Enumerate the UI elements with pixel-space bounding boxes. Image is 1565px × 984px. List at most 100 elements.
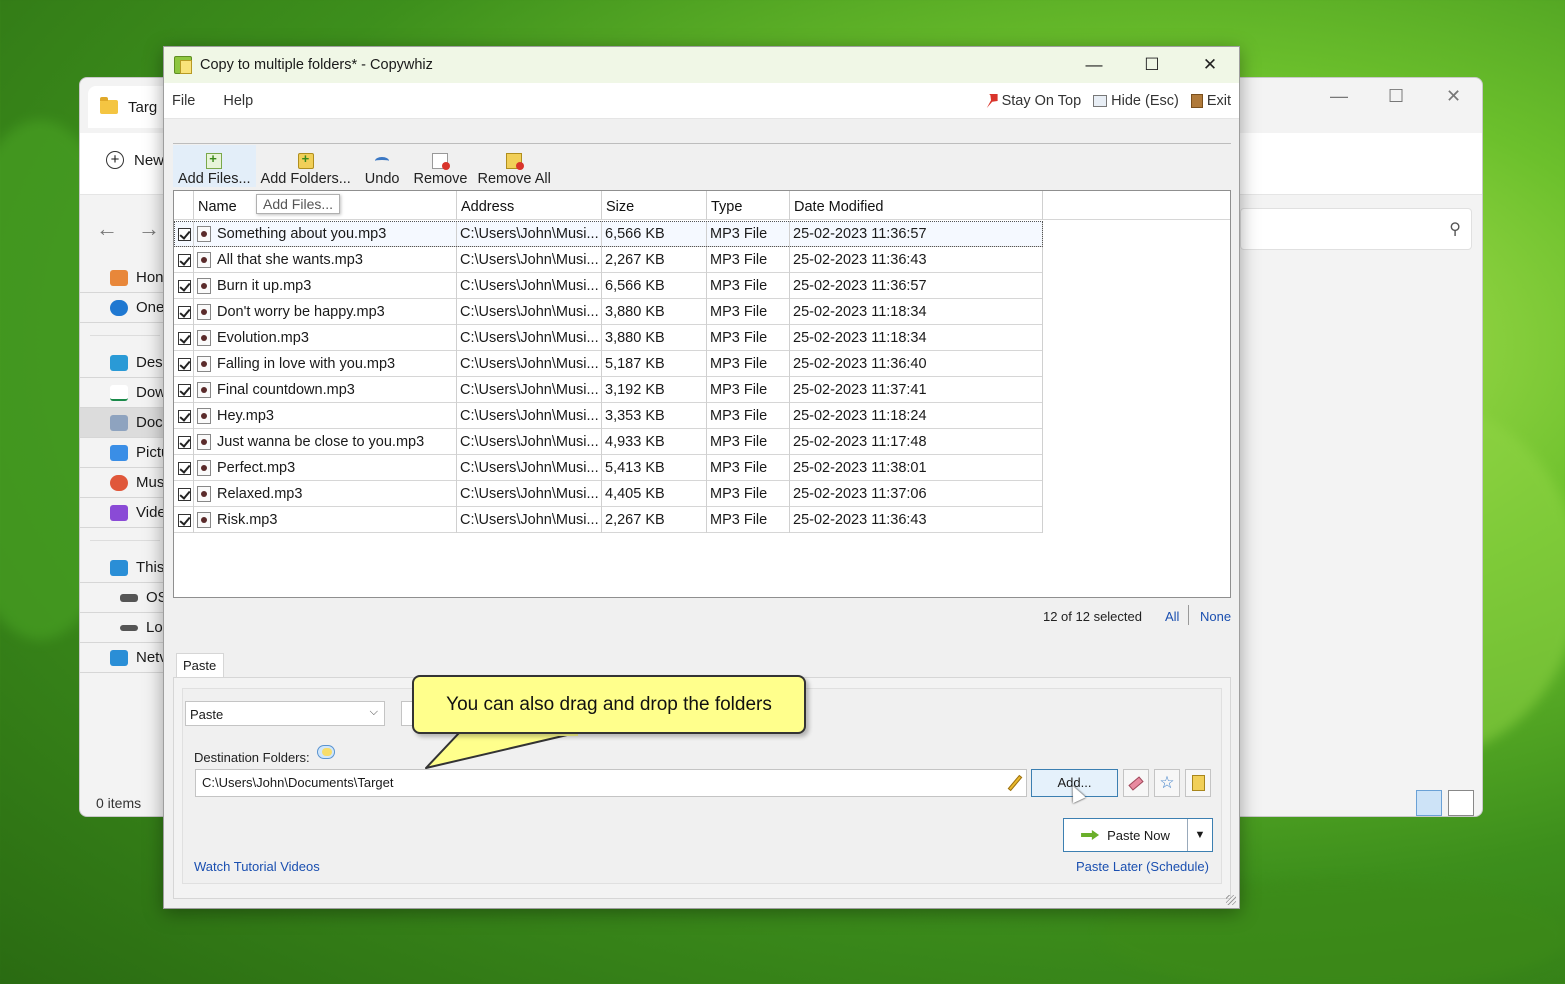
checkbox-checked-icon[interactable] xyxy=(178,435,191,449)
checkbox-checked-icon[interactable] xyxy=(178,487,191,501)
checkbox-checked-icon[interactable] xyxy=(178,513,191,527)
row-checkbox-cell[interactable] xyxy=(174,325,194,351)
table-row[interactable]: Burn it up.mp3 C:\Users\John\Musi... 6,566… xyxy=(174,273,1043,299)
browse-folder-button[interactable] xyxy=(1185,769,1211,797)
row-checkbox-cell[interactable] xyxy=(174,507,194,533)
checkbox-checked-icon[interactable] xyxy=(178,409,191,423)
paste-now-button[interactable]: Paste Now ▼ xyxy=(1063,818,1213,852)
exit-button[interactable]: Exit xyxy=(1190,93,1231,109)
row-checkbox-cell[interactable] xyxy=(174,247,194,273)
menu-help[interactable]: Help xyxy=(209,93,267,109)
table-row[interactable]: Relaxed.mp3 C:\Users\John\Musi... 4,405 KB… xyxy=(174,481,1043,507)
paste-mode-select[interactable]: Paste ⌵ xyxy=(185,701,385,726)
column-address[interactable]: Address xyxy=(457,191,602,220)
checkbox-checked-icon[interactable] xyxy=(178,253,191,267)
watch-tutorial-link[interactable]: Watch Tutorial Videos xyxy=(194,859,320,874)
sidebar-item-network[interactable]: Netv xyxy=(80,643,170,673)
add-folders-button[interactable]: Add Folders... xyxy=(256,145,356,187)
table-row[interactable]: Don't worry be happy.mp3 C:\Users\John\Mu… xyxy=(174,299,1043,325)
paste-now-dropdown[interactable]: ▼ xyxy=(1188,829,1212,841)
close-icon[interactable]: ✕ xyxy=(1446,86,1461,107)
row-checkbox-cell[interactable] xyxy=(174,403,194,429)
checkbox-checked-icon[interactable] xyxy=(178,383,191,397)
stay-on-top-button[interactable]: Stay On Top xyxy=(986,93,1081,109)
minimize-icon[interactable]: — xyxy=(1330,86,1348,107)
paste-later-link[interactable]: Paste Later (Schedule) xyxy=(1076,859,1209,874)
sidebar-item-downloads[interactable]: Dow xyxy=(80,378,170,408)
column-date-modified[interactable]: Date Modified xyxy=(790,191,1043,220)
details-view-icon[interactable] xyxy=(1416,790,1442,816)
chat-bubble-icon[interactable] xyxy=(317,745,335,759)
table-row[interactable]: All that she wants.mp3 C:\Users\John\Musi… xyxy=(174,247,1043,273)
table-row[interactable]: Something about you.mp3 C:\Users\John\Mus… xyxy=(174,221,1043,247)
hide-button[interactable]: Hide (Esc) xyxy=(1093,93,1179,109)
explorer-status: 0 items xyxy=(96,795,142,811)
resize-grip-icon[interactable] xyxy=(1226,895,1236,905)
destination-folders-input[interactable]: C:\Users\John\Documents\Target xyxy=(195,769,1027,797)
checkbox-checked-icon[interactable] xyxy=(178,279,191,293)
table-row[interactable]: Hey.mp3 C:\Users\John\Musi... 3,353 KB MP3 … xyxy=(174,403,1043,429)
menu-file[interactable]: File xyxy=(164,93,209,109)
row-checkbox-cell[interactable] xyxy=(174,429,194,455)
paste-now-main[interactable]: Paste Now xyxy=(1064,819,1188,851)
edit-pencil-button[interactable] xyxy=(1005,771,1025,795)
remove-button[interactable]: Remove xyxy=(408,145,472,187)
select-none-link[interactable]: None xyxy=(1200,609,1231,624)
remove-all-icon xyxy=(506,153,525,170)
favorites-button[interactable]: ☆ xyxy=(1154,769,1180,797)
column-size[interactable]: Size xyxy=(602,191,707,220)
row-checkbox-cell[interactable] xyxy=(174,273,194,299)
sidebar-item-videos[interactable]: Vide xyxy=(80,498,170,528)
row-address-cell: C:\Users\John\Musi... xyxy=(457,481,602,507)
add-files-button[interactable]: Add Files... xyxy=(173,145,256,187)
table-row[interactable]: Evolution.mp3 C:\Users\John\Musi... 3,880 … xyxy=(174,325,1043,351)
sidebar-item-pictures[interactable]: Pictu xyxy=(80,438,170,468)
row-checkbox-cell[interactable] xyxy=(174,455,194,481)
undo-button[interactable]: Undo xyxy=(356,145,409,187)
sidebar-item-documents[interactable]: Doc xyxy=(80,408,170,438)
sidebar-item-music[interactable]: Mus xyxy=(80,468,170,498)
maximize-button[interactable]: ☐ xyxy=(1123,47,1181,83)
maximize-icon[interactable]: ☐ xyxy=(1388,86,1404,107)
remove-all-button[interactable]: Remove All xyxy=(472,145,555,187)
row-checkbox-cell[interactable] xyxy=(174,481,194,507)
back-arrow-icon[interactable]: ← xyxy=(96,216,118,242)
sidebar-item-onedrive[interactable]: One xyxy=(80,293,170,323)
forward-arrow-icon[interactable]: → xyxy=(138,216,160,242)
checkbox-checked-icon[interactable] xyxy=(178,227,191,241)
select-all-link[interactable]: All xyxy=(1165,609,1179,624)
table-row[interactable]: Risk.mp3 C:\Users\John\Musi... 2,267 KB MP3… xyxy=(174,507,1043,533)
row-checkbox-cell[interactable] xyxy=(174,299,194,325)
tab-paste[interactable]: Paste xyxy=(176,653,224,678)
explorer-search-box[interactable]: ⚲ xyxy=(1240,208,1472,250)
new-button[interactable]: + New xyxy=(106,151,164,169)
checkbox-checked-icon[interactable] xyxy=(178,357,191,371)
table-row[interactable]: Just wanna be close to you.mp3 C:\Users\J… xyxy=(174,429,1043,455)
sidebar-label: Lo xyxy=(146,619,163,636)
tooltip: Add Files... xyxy=(256,194,341,214)
close-button[interactable]: ✕ xyxy=(1181,47,1239,83)
sidebar-item-local-drive[interactable]: Lo xyxy=(80,613,170,643)
clear-destinations-button[interactable] xyxy=(1123,769,1149,797)
table-row[interactable]: Falling in love with you.mp3 C:\Users\Joh… xyxy=(174,351,1043,377)
row-checkbox-cell[interactable] xyxy=(174,351,194,377)
table-row[interactable]: Final countdown.mp3 C:\Users\John\Musi...… xyxy=(174,377,1043,403)
checkbox-checked-icon[interactable] xyxy=(178,461,191,475)
sidebar-item-os-drive[interactable]: OS xyxy=(80,583,170,613)
column-type[interactable]: Type xyxy=(707,191,790,220)
audio-file-icon xyxy=(197,382,211,398)
checkbox-checked-icon[interactable] xyxy=(178,331,191,345)
sidebar-label: Doc xyxy=(136,414,163,431)
minimize-button[interactable]: — xyxy=(1065,47,1123,83)
sidebar-item-this-pc[interactable]: This xyxy=(80,553,170,583)
file-list[interactable]: Name Address Size Type Date Modified Add… xyxy=(173,190,1231,598)
row-checkbox-cell[interactable] xyxy=(174,221,194,247)
table-row[interactable]: Perfect.mp3 C:\Users\John\Musi... 5,413 KB… xyxy=(174,455,1043,481)
row-checkbox-cell[interactable] xyxy=(174,377,194,403)
tiles-view-icon[interactable] xyxy=(1448,790,1474,816)
sidebar-item-home[interactable]: Hon xyxy=(80,263,170,293)
sidebar-item-desktop[interactable]: Desl xyxy=(80,348,170,378)
view-toggle xyxy=(1416,790,1474,816)
column-check[interactable] xyxy=(174,191,194,220)
checkbox-checked-icon[interactable] xyxy=(178,305,191,319)
